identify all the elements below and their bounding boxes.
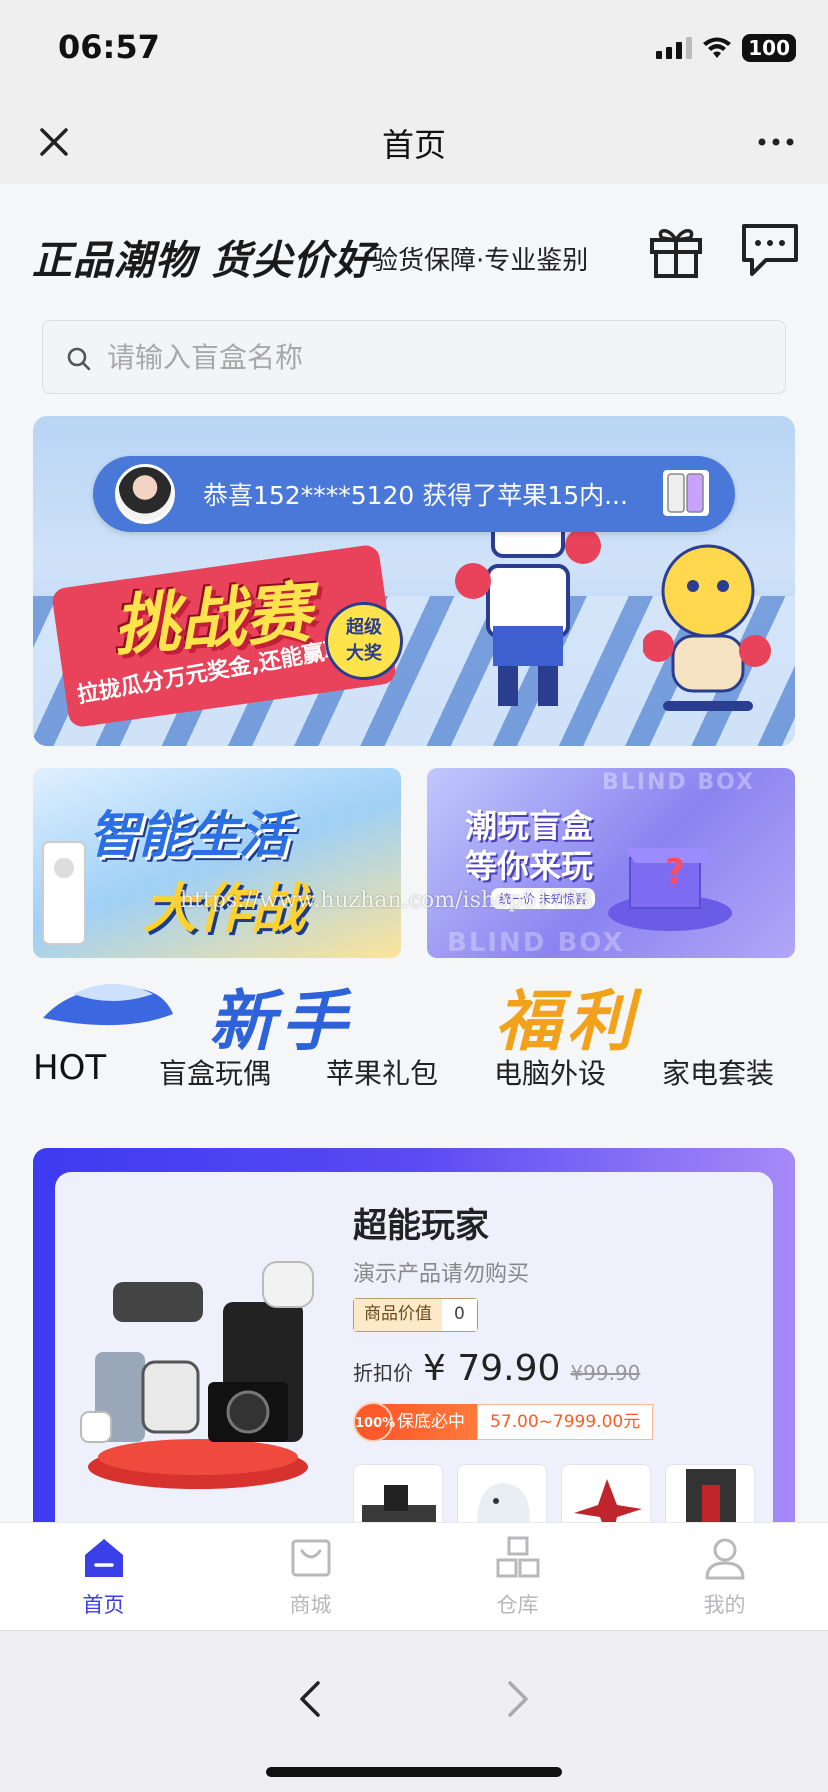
blind-box-banner[interactable]: BLIND BOX ? 潮玩盲盒 等你来玩 统一价 未知惊喜 BLIND BOX (427, 768, 795, 958)
category-hot[interactable]: HOT (33, 1048, 106, 1088)
main-banner[interactable]: 挑战赛 拉拢瓜分万元奖金,还能赢取 超级 大奖 恭喜152****5120 获得… (33, 416, 795, 746)
product-price: ¥ 79.90 (423, 1348, 561, 1389)
price-label: 折扣价 (353, 1361, 413, 1385)
guarantee-badge: 100% (353, 1402, 395, 1442)
chick-fighter-illustration (643, 544, 771, 711)
search-icon (67, 347, 91, 371)
home-icon (84, 1539, 123, 1577)
category-apple[interactable]: 苹果礼包 (326, 1052, 438, 1092)
category-tabs: HOT 盲盒玩偶 苹果礼包 电脑外设 家电套装 (33, 1048, 803, 1102)
battery-indicator: 100 (742, 34, 796, 62)
figure-box-thumbnail-image (362, 1485, 436, 1528)
search-input[interactable] (103, 321, 763, 393)
message-icon[interactable] (740, 220, 800, 280)
guarantee-tag: 100% 保底必中 57.00~7999.00元 (353, 1402, 654, 1442)
tab-home[interactable]: 首页 (0, 1523, 207, 1630)
product-thumbnail[interactable] (665, 1464, 755, 1528)
red-figure-thumbnail-image (574, 1479, 642, 1528)
original-price: ¥99.90 (570, 1361, 641, 1385)
forward-arrow-icon[interactable] (494, 1677, 538, 1721)
more-icon[interactable] (752, 118, 800, 166)
gift-box-illustration: ? (608, 848, 732, 931)
home-indicator (266, 1767, 562, 1777)
slogan-main: 正品潮物 货尖价好 (32, 238, 375, 284)
status-bar: 06:57 100 (0, 0, 828, 100)
tab-profile[interactable]: 我的 (621, 1523, 828, 1630)
newbie-title-part2: 福利 (495, 983, 639, 1060)
svg-text:?: ? (665, 852, 685, 892)
product-image (80, 1261, 314, 1489)
product-value-label: 商品价值 (354, 1299, 442, 1331)
profile-icon (705, 1538, 744, 1580)
product-thumbnail[interactable] (561, 1464, 651, 1528)
tab-shop[interactable]: 商城 (207, 1523, 414, 1630)
speaker-illustration (42, 841, 86, 945)
cellular-signal-icon (656, 37, 693, 59)
guarantee-range: 57.00~7999.00元 (477, 1404, 654, 1440)
product-price-row: 折扣价 ¥ 79.90 ¥99.90 (353, 1348, 640, 1389)
smart-life-banner[interactable]: 智能生活 大作战 (33, 768, 401, 958)
blind-box-label-bottom: BLIND BOX (447, 928, 625, 958)
cap-illustration (43, 984, 173, 1026)
winner-notice: 恭喜152****5120 获得了苹果15内... (93, 456, 735, 532)
bottom-tab-bar: 首页 商城 仓库 我的 (0, 1522, 828, 1630)
newbie-title-part1: 新手 (209, 983, 353, 1060)
page-title: 首页 (381, 126, 446, 164)
category-appliances[interactable]: 家电套装 (662, 1052, 774, 1092)
blind-box-title: 潮玩盲盒 等你来玩 (465, 806, 593, 886)
tab-shop-label: 商城 (289, 1593, 332, 1617)
blind-box-label-top: BLIND BOX (602, 770, 755, 795)
newbie-welfare-banner[interactable]: 新手 福利 (33, 968, 795, 1060)
slogan-row: 正品潮物 货尖价好 验货保障·专业鉴别 (32, 220, 802, 292)
product-desc: 演示产品请勿购买 (353, 1262, 530, 1287)
product-card-wrapper: 超能玩家 演示产品请勿购买 商品价值 0 折扣价 ¥ 79.90 ¥99.90 … (33, 1148, 795, 1528)
ghost-figure-thumbnail-image (477, 1483, 530, 1528)
product-card[interactable]: 超能玩家 演示产品请勿购买 商品价值 0 折扣价 ¥ 79.90 ¥99.90 … (55, 1172, 773, 1528)
product-value-number: 0 (442, 1299, 477, 1331)
product-thumbnail[interactable] (353, 1464, 443, 1528)
gift-icon[interactable] (648, 220, 704, 280)
smart-life-title: 智能生活 (89, 806, 289, 864)
shop-bag-icon (291, 1539, 330, 1577)
product-thumbnail[interactable] (457, 1464, 547, 1528)
blind-box-title-line2: 等你来玩 (465, 847, 594, 885)
wifi-icon (703, 37, 732, 58)
tab-warehouse[interactable]: 仓库 (414, 1523, 621, 1630)
back-arrow-icon[interactable] (290, 1677, 334, 1721)
iron-figure-thumbnail-image (686, 1469, 736, 1528)
category-blind-box[interactable]: 盲盒玩偶 (159, 1052, 271, 1092)
tab-home-label: 首页 (82, 1593, 125, 1617)
winner-notice-text: 恭喜152****5120 获得了苹果15内... (203, 481, 628, 510)
browser-toolbar (0, 1630, 828, 1792)
status-time: 06:57 (58, 28, 160, 66)
tab-profile-label: 我的 (703, 1593, 746, 1617)
category-peripherals[interactable]: 电脑外设 (494, 1052, 606, 1092)
phone-icon (663, 470, 709, 516)
avatar (115, 464, 175, 524)
product-name: 超能玩家 (353, 1206, 489, 1246)
blind-box-title-line1: 潮玩盲盒 (465, 807, 594, 845)
banner-badge-line2: 大奖 (346, 643, 382, 664)
search-box[interactable] (42, 320, 786, 394)
status-icons: 100 (656, 34, 796, 62)
watermark-text: https://www.huzhan.com/ishop51738 (180, 888, 593, 913)
banner-badge: 超级 大奖 (325, 602, 403, 680)
tab-warehouse-label: 仓库 (496, 1593, 539, 1617)
slogan-sub: 验货保障·专业鉴别 (372, 246, 589, 276)
nav-bar: 首页 (0, 100, 828, 184)
product-value-tag: 商品价值 0 (353, 1298, 478, 1332)
warehouse-icon (496, 1536, 539, 1578)
product-thumbnails (353, 1464, 755, 1528)
banner-badge-line1: 超级 (346, 617, 382, 638)
